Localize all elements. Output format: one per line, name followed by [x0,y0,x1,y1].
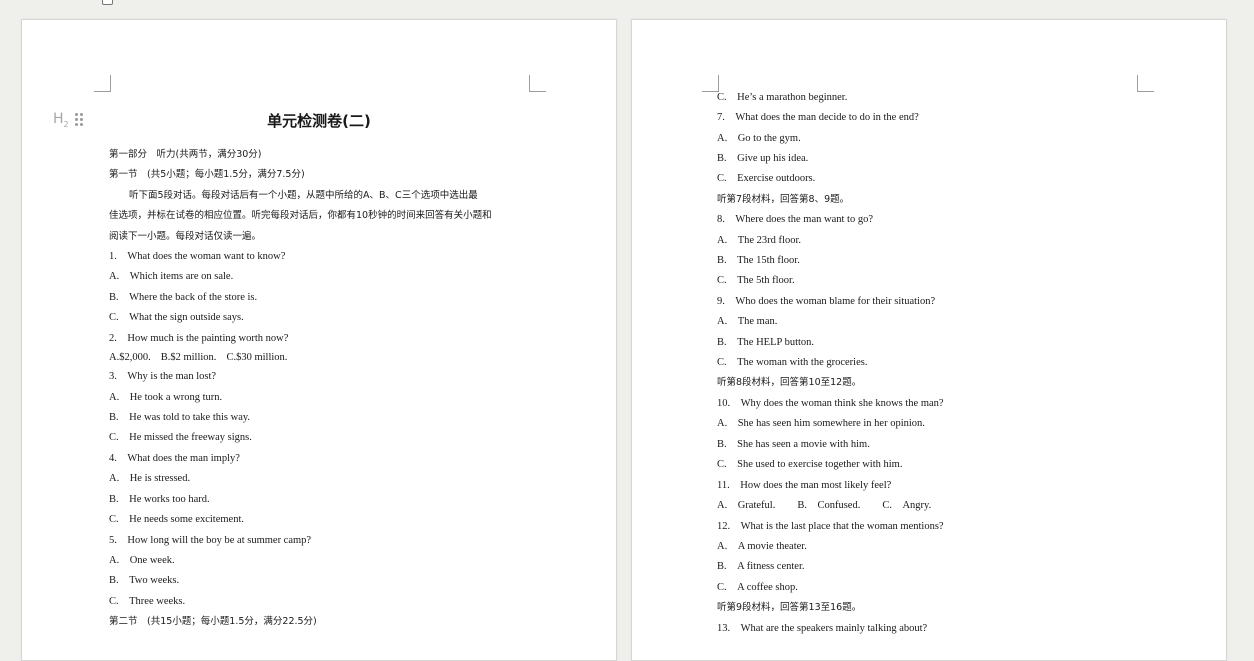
option-4c: C. He needs some excitement. [109,514,245,525]
section-heading: 第一节 (共5小题；每小题1.5分，满分7.5分) [109,169,305,180]
option-7c: C. Exercise outdoors. [717,173,816,184]
margin-corner-top-right [529,75,546,92]
instruction-line: 佳选项，并标在试卷的相应位置。听完每段对话后，你都有10秒钟的时间来回答有关小题… [109,210,492,221]
option-9a: A. The man. [717,316,778,327]
option-4a: A. He is stressed. [109,473,191,484]
option-9b: B. The HELP button. [717,337,815,348]
option-8a: A. The 23rd floor. [717,235,801,246]
option-1c: C. What the sign outside says. [109,312,244,323]
option-10b: B. She has seen a movie with him. [717,439,870,450]
option-7b: B. Give up his idea. [717,153,809,164]
options-row-2: A.$2,000. B.$2 million. C.$30 million. [109,351,287,365]
option-10c: C. She used to exercise together with hi… [717,459,903,470]
question-13: 13. What are the speakers mainly talking… [717,623,928,634]
option-12b: B. A fitness center. [717,561,805,572]
option-6c: C. He’s a marathon beginner. [717,92,848,103]
option-11b: B. Confused. [797,500,861,511]
margin-corner-top-left [702,75,719,92]
margin-corner-top-right [1137,75,1154,92]
option-12a: A. A movie theater. [717,541,807,552]
option-8c: C. The 5th floor. [717,275,795,286]
question-3: 3. Why is the man lost? [109,371,217,382]
option-3b: B. He was told to take this way. [109,412,251,423]
option-4b: B. He works too hard. [109,494,210,505]
option-1a: A. Which items are on sale. [109,271,234,282]
question-5: 5. How long will the boy be at summer ca… [109,535,312,546]
document-page-1: H2 单元检测卷(二) 第一部分 听力(共两节，满分30分) 第一节 (共5小题… [21,19,617,661]
option-1b: B. Where the back of the store is. [109,292,258,303]
option-8b: B. The 15th floor. [717,255,800,266]
option-11a: A. Grateful. [717,500,776,511]
document-page-2: C. He’s a marathon beginner. 7. What doe… [631,19,1227,661]
question-2: 2. How much is the painting worth now? [109,333,289,344]
option-2c: C.$30 million. [226,352,288,363]
part-heading: 第一部分 听力(共两节，满分30分) [109,149,262,160]
options-row-11: A. Grateful. B. Confused. C. Angry. [717,499,931,513]
option-2a: A.$2,000. [109,352,151,363]
material-heading: 听第9段材料，回答第13至16题。 [717,602,862,613]
option-11c: C. Angry. [882,500,932,511]
option-12c: C. A coffee shop. [717,582,798,593]
instruction-line: 阅读下一小题。每段对话仅读一遍。 [109,231,262,242]
option-3a: A. He took a wrong turn. [109,392,223,403]
question-10: 10. Why does the woman think she knows t… [717,398,944,409]
section-heading: 第二节 (共15小题；每小题1.5分，满分22.5分) [109,616,317,627]
question-7: 7. What does the man decide to do in the… [717,112,919,123]
question-8: 8. Where does the man want to go? [717,214,873,225]
option-7a: A. Go to the gym. [717,133,801,144]
option-2b: B.$2 million. [160,352,217,363]
document-title: 单元检测卷(二) [267,112,371,130]
option-3c: C. He missed the freeway signs. [109,432,252,443]
option-5b: B. Two weeks. [109,575,180,586]
question-1: 1. What does the woman want to know? [109,251,286,262]
option-10a: A. She has seen him somewhere in her opi… [717,418,925,429]
top-checkbox[interactable] [102,0,113,5]
option-5c: C. Three weeks. [109,596,186,607]
instruction-line: 听下面5段对话。每段对话后有一个小题，从题中所给的A、B、C三个选项中选出最 [129,190,478,201]
material-heading: 听第7段材料，回答第8、9题。 [717,194,850,205]
margin-corner-top-left [94,75,111,92]
question-9: 9. Who does the woman blame for their si… [717,296,936,307]
material-heading: 听第8段材料，回答第10至12题。 [717,377,862,388]
question-4: 4. What does the man imply? [109,453,240,464]
question-11: 11. How does the man most likely feel? [717,480,892,491]
option-5a: A. One week. [109,555,175,566]
option-9c: C. The woman with the groceries. [717,357,868,368]
question-12: 12. What is the last place that the woma… [717,521,944,532]
